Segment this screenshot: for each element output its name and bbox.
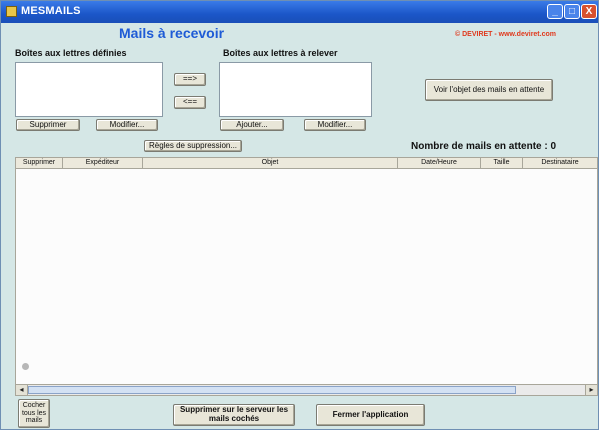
horizontal-scrollbar[interactable]: ◂ ▸	[15, 384, 598, 396]
maximize-button[interactable]: □	[564, 4, 580, 19]
scroll-thumb[interactable]	[28, 386, 516, 394]
status-dot	[22, 363, 29, 370]
col-sender[interactable]: Expéditeur	[63, 158, 143, 168]
delete-mailbox-button[interactable]: Supprimer	[16, 119, 80, 131]
title-bar: MESMAILS _ □ X	[1, 1, 598, 23]
col-size[interactable]: Taille	[481, 158, 523, 168]
app-icon	[6, 6, 17, 17]
pending-count: Nombre de mails en attente : 0	[411, 141, 557, 152]
add-fetch-mailbox-button[interactable]: Ajouter...	[220, 119, 284, 131]
deletion-rules-button[interactable]: Règles de suppression...	[144, 140, 242, 152]
col-date[interactable]: Date/Heure	[398, 158, 481, 168]
credit-text: © DEVIRET - www.deviret.com	[455, 31, 556, 38]
check-all-button[interactable]: Cocher tous les mails	[18, 399, 50, 428]
minimize-button[interactable]: _	[547, 4, 563, 19]
defined-mailboxes-label: Boîtes aux lettres définies	[15, 48, 127, 58]
col-delete[interactable]: Supprimer	[16, 158, 63, 168]
col-recipient[interactable]: Destinataire	[523, 158, 597, 168]
mail-table-body[interactable]	[15, 169, 598, 384]
modify-fetch-mailbox-button[interactable]: Modifier...	[304, 119, 366, 131]
view-subject-button[interactable]: Voir l'objet des mails en attente	[425, 79, 553, 101]
col-subject[interactable]: Objet	[143, 158, 398, 168]
close-button[interactable]: X	[581, 4, 597, 19]
scroll-left-icon[interactable]: ◂	[16, 385, 28, 395]
window-title: MESMAILS	[21, 5, 81, 17]
add-to-fetch-button[interactable]: ==>	[174, 73, 206, 86]
fetch-mailboxes-label: Boîtes aux lettres à relever	[223, 48, 338, 58]
modify-mailbox-button[interactable]: Modifier...	[96, 119, 158, 131]
scroll-right-icon[interactable]: ▸	[585, 385, 597, 395]
page-title: Mails à recevoir	[119, 25, 225, 41]
delete-on-server-button[interactable]: Supprimer sur le serveur les mails coché…	[173, 404, 295, 426]
fetch-mailboxes-list[interactable]	[219, 62, 372, 117]
mail-table-header: Supprimer Expéditeur Objet Date/Heure Ta…	[15, 157, 598, 169]
close-application-button[interactable]: Fermer l'application	[316, 404, 425, 426]
defined-mailboxes-list[interactable]	[15, 62, 163, 117]
remove-from-fetch-button[interactable]: <==	[174, 96, 206, 109]
app-window: MESMAILS _ □ X Mails à recevoir © DEVIRE…	[0, 0, 599, 430]
